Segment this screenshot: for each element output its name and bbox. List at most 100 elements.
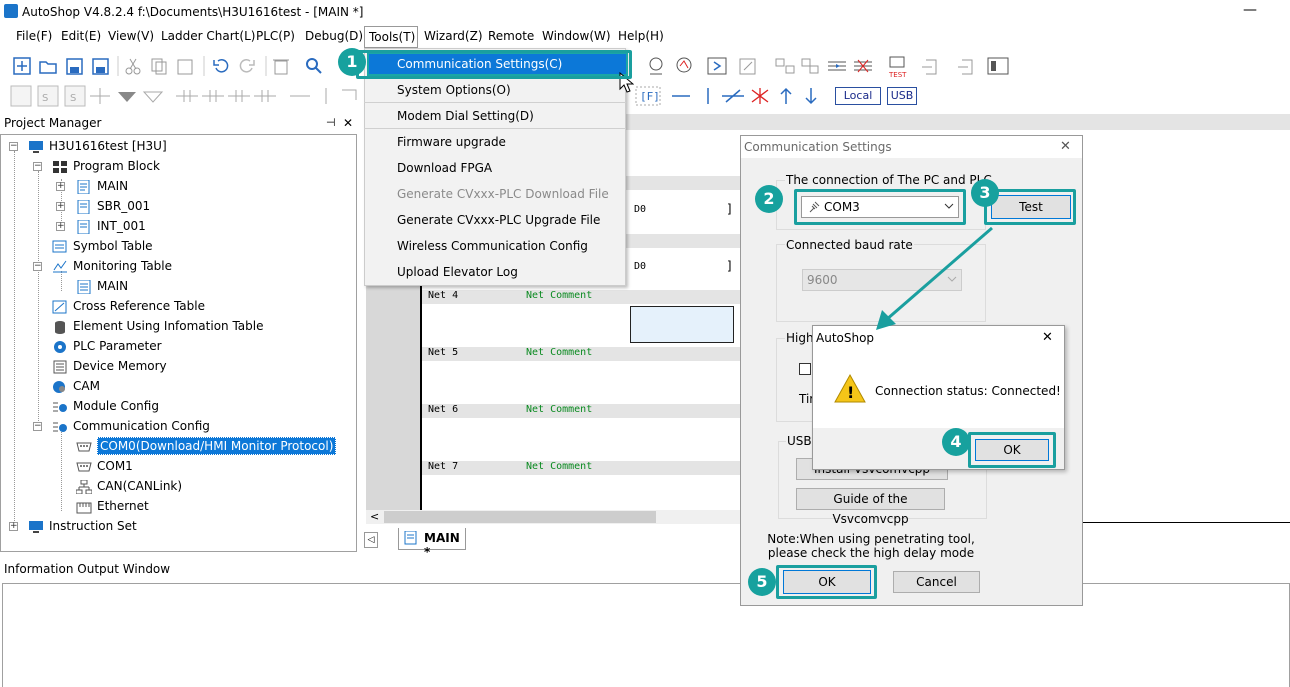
menu-help[interactable]: Help(H) — [618, 29, 664, 43]
lad-mode-icon[interactable] — [10, 85, 32, 107]
net-5-header[interactable]: Net 5 Net Comment — [422, 347, 742, 361]
expand-sbr-toggle[interactable]: + — [56, 202, 65, 211]
menu-edit[interactable]: Edit(E) — [61, 29, 101, 43]
paste-icon[interactable] — [177, 59, 193, 75]
plc-diagnose-icon[interactable] — [676, 57, 692, 73]
tree-item-device-memory[interactable]: Device Memory — [52, 357, 167, 375]
menu-item-modem-dial[interactable]: Modem Dial Setting(D) — [397, 109, 534, 123]
sfc-mode-icon[interactable]: S — [37, 85, 59, 107]
tree-item-sbr-001[interactable]: SBR_001 — [76, 197, 150, 215]
down-arrow-icon[interactable] — [805, 88, 817, 105]
tree-item-cross-reference[interactable]: Cross Reference Table — [52, 297, 205, 315]
net-6-header[interactable]: Net 6 Net Comment — [422, 404, 742, 418]
tree-item-int-001[interactable]: INT_001 — [76, 217, 146, 235]
insert-row-icon[interactable] — [828, 61, 846, 71]
menu-item-firmware-upgrade[interactable]: Firmware upgrade — [397, 135, 506, 149]
contact-icon[interactable] — [90, 88, 110, 104]
save-all-icon[interactable] — [92, 58, 109, 75]
menu-window[interactable]: Window(W) — [542, 29, 611, 43]
guide-button[interactable]: Guide of the Vsvcomvcpp — [796, 488, 945, 526]
delete-vline-icon[interactable] — [751, 88, 769, 104]
menu-plc[interactable]: PLC(P) — [256, 29, 295, 43]
panel-icon[interactable] — [987, 57, 1009, 75]
tree-item-instruction-set[interactable]: Instruction Set — [28, 517, 137, 535]
tree-item-cam[interactable]: CAM — [52, 377, 100, 395]
rising-contact-icon[interactable] — [228, 90, 250, 102]
expand-instruction-set-toggle[interactable]: + — [9, 522, 18, 531]
menu-item-upload-elevator-log[interactable]: Upload Elevator Log — [397, 265, 518, 279]
expand-monitoring-toggle[interactable]: − — [33, 262, 42, 271]
edit-comment-icon[interactable] — [739, 58, 756, 75]
tree-item-monitoring-main[interactable]: MAIN — [76, 277, 128, 295]
expand-program-block-toggle[interactable]: − — [33, 162, 42, 171]
local-mode-button[interactable]: Local — [835, 87, 881, 105]
download-program-icon[interactable] — [707, 57, 727, 75]
new-file-icon[interactable] — [13, 57, 31, 75]
tree-item-project[interactable]: H3U1616test [H3U] — [28, 137, 167, 155]
menu-item-generate-upgrade-file[interactable]: Generate CVxxx-PLC Upgrade File — [397, 213, 600, 227]
menu-tools[interactable]: Tools(T) — [369, 30, 415, 44]
step-icon[interactable] — [342, 89, 357, 100]
menu-remote[interactable]: Remote — [488, 29, 534, 43]
expand-comm-config-toggle[interactable]: − — [33, 422, 42, 431]
cut-icon[interactable] — [125, 58, 141, 75]
open-folder-icon[interactable] — [39, 61, 57, 74]
redo-icon[interactable] — [239, 59, 255, 73]
nc-contact-icon[interactable] — [202, 90, 224, 102]
undo-icon[interactable] — [213, 59, 229, 73]
save-icon[interactable] — [66, 58, 83, 75]
ladder-cell-cursor[interactable] — [630, 306, 734, 343]
tree-item-symbol-table[interactable]: Symbol Table — [52, 237, 153, 255]
tree-item-program-block[interactable]: Program Block — [52, 157, 160, 175]
tree-item-can[interactable]: CAN(CANLink) — [75, 477, 182, 495]
falling-contact-icon[interactable] — [254, 90, 276, 102]
tree-item-com0[interactable]: COM0(Download/HMI Monitor Protocol) — [76, 437, 337, 455]
tree-item-communication-config[interactable]: Communication Config — [52, 417, 210, 435]
tab-main[interactable]: MAIN * — [398, 528, 466, 559]
menu-item-system-options[interactable]: System Options(O) — [397, 83, 511, 97]
usb-mode-button[interactable]: USB — [887, 87, 917, 105]
copy-icon[interactable] — [151, 58, 167, 75]
test-icon[interactable]: TEST — [888, 56, 907, 79]
find-icon[interactable] — [306, 58, 322, 74]
compare-icon[interactable] — [775, 58, 819, 74]
expand-project-toggle[interactable]: − — [9, 142, 18, 151]
logout-icon[interactable] — [958, 59, 973, 75]
delete-hline-icon[interactable] — [722, 89, 744, 103]
delete-row-icon[interactable] — [854, 59, 872, 73]
project-manager-close-icon[interactable]: ✕ — [343, 116, 353, 130]
scroll-left-icon[interactable]: < — [370, 510, 379, 523]
delete-icon[interactable] — [273, 59, 289, 75]
minimize-button[interactable]: — — [1238, 0, 1262, 22]
monitor-camera-icon[interactable] — [649, 57, 663, 75]
tree-item-main[interactable]: MAIN — [76, 177, 128, 195]
high-delay-checkbox[interactable] — [799, 363, 811, 375]
tree-item-com1[interactable]: COM1 — [76, 457, 133, 475]
menu-file[interactable]: File(F) — [16, 29, 52, 43]
menu-item-download-fpga[interactable]: Download FPGA — [397, 161, 492, 175]
pin-icon[interactable]: ⊣ — [326, 116, 336, 129]
down-arrow-tool-icon[interactable] — [118, 92, 136, 102]
menu-item-wireless-config[interactable]: Wireless Communication Config — [397, 239, 588, 253]
comm-dialog-close-icon[interactable]: ✕ — [1060, 139, 1071, 154]
login-icon[interactable] — [922, 59, 937, 75]
no-contact-icon[interactable] — [176, 90, 198, 102]
info-output-window[interactable] — [2, 583, 1290, 687]
up-arrow-icon[interactable] — [780, 87, 792, 104]
menu-ladder-chart[interactable]: Ladder Chart(L) — [161, 29, 255, 43]
expand-int-toggle[interactable]: + — [56, 222, 65, 231]
tree-item-module-config[interactable]: Module Config — [52, 397, 159, 415]
tab-scroll-left-icon[interactable]: ◁ — [364, 532, 378, 548]
menu-view[interactable]: View(V) — [108, 29, 154, 43]
tree-item-plc-parameter[interactable]: PLC Parameter — [52, 337, 162, 355]
net-4-header[interactable]: Net 4 Net Comment — [422, 290, 742, 304]
message-dialog-close-icon[interactable]: ✕ — [1042, 330, 1053, 345]
scrollbar-thumb[interactable] — [384, 511, 656, 523]
net-7-header[interactable]: Net 7 Net Comment — [422, 461, 742, 475]
tree-item-element-info[interactable]: Element Using Infomation Table — [52, 317, 264, 335]
up-arrow-tool-icon[interactable] — [142, 91, 164, 103]
menu-wizard[interactable]: Wizard(Z) — [424, 29, 483, 43]
menu-debug[interactable]: Debug(D) — [305, 29, 363, 43]
expand-main-toggle[interactable]: + — [56, 182, 65, 191]
st-mode-icon[interactable]: S — [64, 85, 86, 107]
